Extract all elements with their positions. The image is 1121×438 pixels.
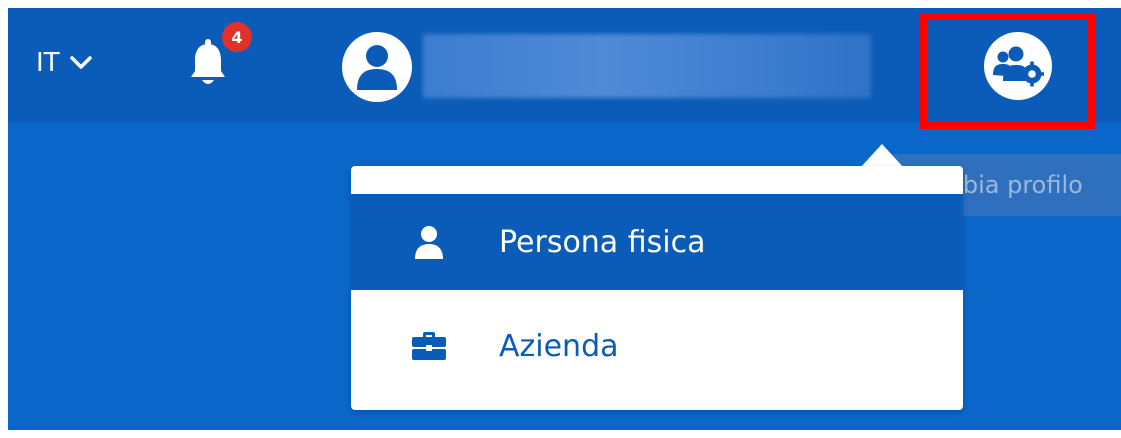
highlight-box — [920, 13, 1095, 129]
user-icon — [357, 45, 397, 90]
chevron-down-icon — [69, 56, 92, 69]
bell-icon[interactable] — [188, 38, 228, 90]
dropdown-caret — [860, 144, 904, 168]
menu-item-azienda[interactable]: Azienda — [351, 298, 963, 394]
language-label: IT — [36, 48, 60, 78]
menu-item-persona-fisica[interactable]: Persona fisica — [351, 194, 963, 290]
user-avatar[interactable] — [342, 32, 412, 102]
menu-item-label: Persona fisica — [499, 224, 706, 260]
app-frame: IT 4 Cambia profilo Persona fisica Azien… — [8, 8, 1121, 430]
notification-badge: 4 — [222, 22, 252, 52]
menu-item-label: Azienda — [499, 328, 619, 364]
user-icon — [411, 225, 447, 259]
username-redacted — [423, 34, 871, 98]
profile-dropdown: Persona fisica Azienda — [351, 166, 963, 410]
language-selector[interactable]: IT — [36, 48, 92, 78]
briefcase-icon — [411, 331, 447, 361]
